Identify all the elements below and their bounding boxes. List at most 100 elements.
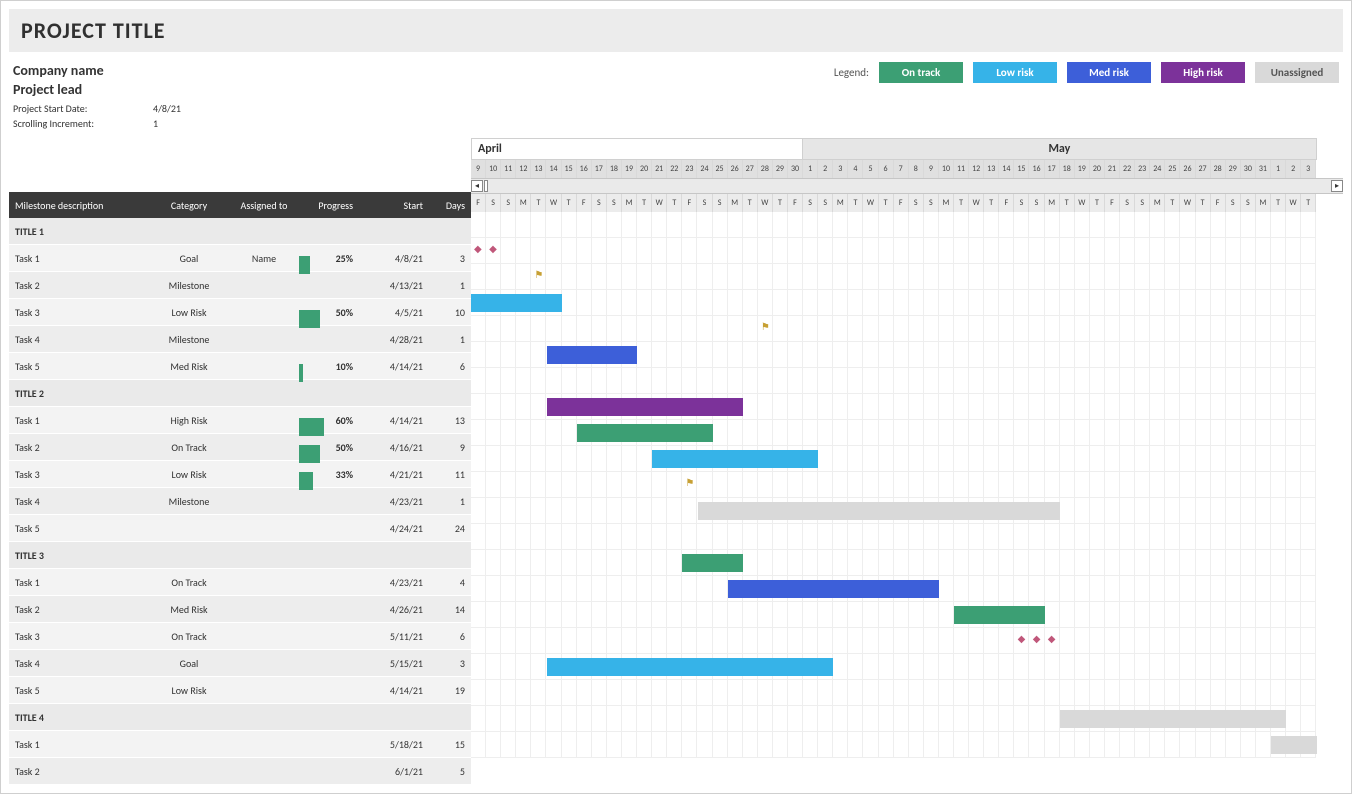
- task-days[interactable]: 13: [429, 414, 471, 427]
- task-days[interactable]: 14: [429, 603, 471, 616]
- task-row[interactable]: Task 4Milestone 4/23/211: [9, 488, 471, 515]
- task-category[interactable]: On Track: [149, 576, 229, 589]
- task-desc[interactable]: Task 1: [9, 576, 149, 589]
- task-desc[interactable]: Task 1: [9, 738, 149, 751]
- gantt-bar[interactable]: [652, 450, 818, 468]
- task-progress[interactable]: 60%: [299, 414, 359, 427]
- task-days[interactable]: 1: [429, 333, 471, 346]
- gantt-bar[interactable]: [547, 346, 638, 364]
- task-desc[interactable]: Task 4: [9, 495, 149, 508]
- task-days[interactable]: 11: [429, 468, 471, 481]
- task-desc[interactable]: Task 5: [9, 684, 149, 697]
- task-days[interactable]: 19: [429, 684, 471, 697]
- task-days[interactable]: 6: [429, 630, 471, 643]
- task-start[interactable]: 4/8/21: [359, 252, 429, 265]
- task-start[interactable]: 5/11/21: [359, 630, 429, 643]
- task-days[interactable]: 1: [429, 279, 471, 292]
- task-row[interactable]: Task 3Low Risk 50%4/5/2110: [9, 299, 471, 326]
- task-desc[interactable]: Task 1: [9, 414, 149, 427]
- task-row[interactable]: Task 1On Track 4/23/214: [9, 569, 471, 596]
- task-category[interactable]: Milestone: [149, 279, 229, 292]
- task-category[interactable]: Milestone: [149, 333, 229, 346]
- task-start[interactable]: 4/28/21: [359, 333, 429, 346]
- task-start[interactable]: 4/23/21: [359, 495, 429, 508]
- task-desc[interactable]: Task 5: [9, 360, 149, 373]
- task-progress[interactable]: 25%: [299, 252, 359, 265]
- task-category[interactable]: Low Risk: [149, 468, 229, 481]
- task-days[interactable]: 9: [429, 441, 471, 454]
- task-category[interactable]: On Track: [149, 441, 229, 454]
- task-desc[interactable]: Task 3: [9, 630, 149, 643]
- task-progress[interactable]: 50%: [299, 306, 359, 319]
- task-row[interactable]: Task 3On Track5/11/216: [9, 623, 471, 650]
- task-start[interactable]: 4/13/21: [359, 279, 429, 292]
- task-start[interactable]: 6/1/21: [359, 765, 429, 778]
- task-desc[interactable]: Task 3: [9, 468, 149, 481]
- gantt-bar[interactable]: [728, 580, 939, 598]
- task-row[interactable]: Task 4Goal5/15/213: [9, 650, 471, 677]
- task-row[interactable]: Task 4Milestone 4/28/211: [9, 326, 471, 353]
- task-row[interactable]: Task 5Med Risk10%4/14/216: [9, 353, 471, 380]
- task-start[interactable]: 4/26/21: [359, 603, 429, 616]
- task-row[interactable]: Task 2Med Risk 4/26/2114: [9, 596, 471, 623]
- task-start[interactable]: 4/5/21: [359, 306, 429, 319]
- gantt-bar[interactable]: [698, 502, 1060, 520]
- task-days[interactable]: 15: [429, 738, 471, 751]
- task-days[interactable]: 24: [429, 522, 471, 535]
- gantt-bar[interactable]: [547, 398, 743, 416]
- group-row[interactable]: TITLE 4: [9, 704, 471, 731]
- task-row[interactable]: Task 1High Risk60%4/14/2113: [9, 407, 471, 434]
- timeline-scrollbar[interactable]: ◂ ▸: [471, 178, 1343, 194]
- task-desc[interactable]: Task 1: [9, 252, 149, 265]
- task-start[interactable]: 4/16/21: [359, 441, 429, 454]
- task-row[interactable]: Task 5Low Risk 4/14/2119: [9, 677, 471, 704]
- task-start[interactable]: 4/14/21: [359, 414, 429, 427]
- task-start[interactable]: 5/18/21: [359, 738, 429, 751]
- gantt-bar[interactable]: [682, 554, 742, 572]
- task-start[interactable]: 4/14/21: [359, 684, 429, 697]
- task-row[interactable]: Task 2Milestone 4/13/211: [9, 272, 471, 299]
- task-progress[interactable]: 10%: [299, 360, 359, 373]
- task-row[interactable]: Task 1 5/18/2115: [9, 731, 471, 758]
- task-desc[interactable]: Task 2: [9, 279, 149, 292]
- task-start[interactable]: 4/21/21: [359, 468, 429, 481]
- task-days[interactable]: 3: [429, 252, 471, 265]
- task-start[interactable]: 4/24/21: [359, 522, 429, 535]
- task-category[interactable]: Goal: [149, 657, 229, 670]
- task-category[interactable]: Low Risk: [149, 306, 229, 319]
- scroll-inc-value[interactable]: 1: [153, 117, 158, 130]
- task-days[interactable]: 6: [429, 360, 471, 373]
- task-row[interactable]: Task 2On Track 50%4/16/219: [9, 434, 471, 461]
- scroll-left-button[interactable]: ◂: [471, 180, 483, 192]
- task-desc[interactable]: Task 5: [9, 522, 149, 535]
- task-desc[interactable]: Task 2: [9, 441, 149, 454]
- task-days[interactable]: 4: [429, 576, 471, 589]
- task-row[interactable]: Task 5 4/24/2124: [9, 515, 471, 542]
- start-date-value[interactable]: 4/8/21: [153, 102, 181, 115]
- task-desc[interactable]: Task 4: [9, 657, 149, 670]
- task-desc[interactable]: Task 4: [9, 333, 149, 346]
- task-progress[interactable]: 50%: [299, 441, 359, 454]
- task-category[interactable]: Med Risk: [149, 360, 229, 373]
- task-category[interactable]: Med Risk: [149, 603, 229, 616]
- gantt-bar[interactable]: [1060, 710, 1287, 728]
- task-start[interactable]: 5/15/21: [359, 657, 429, 670]
- task-desc[interactable]: Task 2: [9, 765, 149, 778]
- group-row[interactable]: TITLE 3: [9, 542, 471, 569]
- scroll-right-button[interactable]: ▸: [1331, 180, 1343, 192]
- task-desc[interactable]: Task 3: [9, 306, 149, 319]
- scroll-thumb[interactable]: [484, 180, 488, 192]
- task-category[interactable]: Low Risk: [149, 684, 229, 697]
- gantt-bar[interactable]: [954, 606, 1045, 624]
- group-row[interactable]: TITLE 2: [9, 380, 471, 407]
- gantt-bar[interactable]: [547, 658, 834, 676]
- group-row[interactable]: TITLE 1: [9, 218, 471, 245]
- task-days[interactable]: 1: [429, 495, 471, 508]
- gantt-bar[interactable]: [471, 294, 562, 312]
- gantt-bar[interactable]: [1271, 736, 1316, 754]
- task-start[interactable]: 4/23/21: [359, 576, 429, 589]
- task-category[interactable]: Milestone: [149, 495, 229, 508]
- task-assigned[interactable]: Name: [229, 252, 299, 265]
- task-days[interactable]: 10: [429, 306, 471, 319]
- task-desc[interactable]: Task 2: [9, 603, 149, 616]
